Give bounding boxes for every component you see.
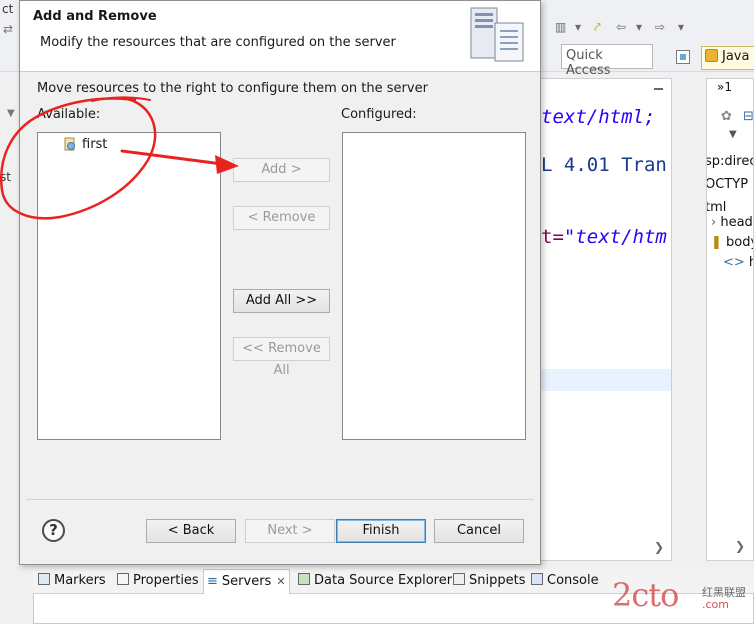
chevron-down-icon[interactable]: ▾	[636, 20, 642, 34]
close-icon[interactable]: ✕	[276, 575, 285, 588]
scroll-right-icon[interactable]: ❯	[654, 540, 664, 554]
forward-arrow-icon[interactable]: ⇨	[655, 20, 665, 34]
outline-node-label: body	[726, 235, 753, 250]
tab-label: Properties	[133, 573, 199, 588]
left-strip-text-mid: st	[0, 170, 11, 184]
java-perspective-icon	[705, 49, 718, 62]
dialog-description: Modify the resources that are configured…	[40, 35, 396, 50]
java-perspective-label: Java	[722, 49, 750, 64]
outline-node[interactable]: tml	[707, 200, 726, 215]
outline-node[interactable]: OCTYP	[707, 177, 748, 192]
outline-tool-icon[interactable]: ✿	[721, 109, 732, 124]
bookmark-nav-icon[interactable]: ⤤	[594, 20, 601, 35]
tab-snippets[interactable]: Snippets	[453, 569, 525, 594]
back-button[interactable]: < Back	[146, 519, 236, 543]
scroll-right-icon[interactable]: ❯	[735, 539, 745, 553]
code-line-doctype: L 4.01 Tran	[541, 154, 667, 176]
code-attr-value: "text/htm	[563, 226, 667, 248]
markers-icon	[38, 573, 50, 585]
open-perspective-icon[interactable]	[676, 50, 690, 64]
tab-label: Servers	[221, 574, 272, 589]
tab-servers[interactable]: ≡ Servers ✕	[203, 569, 290, 594]
tab-properties[interactable]: Properties	[117, 569, 199, 594]
toolbar-icon-a[interactable]: ▥	[555, 20, 566, 34]
dialog-header: Add and Remove Modify the resources that…	[20, 1, 540, 72]
link-icon[interactable]: ⇄	[3, 22, 13, 36]
tag-icon: ❚	[711, 235, 727, 250]
tab-data-source-explorer[interactable]: Data Source Explorer	[298, 569, 452, 594]
chevron-down-icon[interactable]: ▾	[678, 20, 684, 34]
outline-node[interactable]: <> h1	[723, 255, 753, 270]
next-button[interactable]: Next >	[245, 519, 335, 543]
chevron-down-icon[interactable]: ▾	[575, 20, 581, 34]
chevron-down-icon[interactable]: ▼	[729, 129, 737, 140]
available-label: Available:	[37, 107, 101, 122]
outline-node-label: h1	[749, 255, 753, 270]
tab-label: Snippets	[469, 573, 526, 588]
tab-markers[interactable]: Markers	[38, 569, 106, 594]
servers-icon: ≡	[207, 574, 218, 589]
server-banner-icon	[470, 7, 524, 62]
java-perspective-button[interactable]: Java	[701, 46, 754, 70]
console-icon	[531, 573, 543, 585]
available-list[interactable]: first	[37, 132, 221, 440]
current-line-highlight	[541, 369, 671, 391]
configured-list[interactable]	[342, 132, 526, 440]
list-item[interactable]: first	[64, 137, 107, 152]
watermark-logo: 2cto 红黑联盟 .com	[612, 576, 754, 616]
snippets-icon	[453, 573, 465, 585]
footer-divider	[26, 499, 534, 500]
web-module-icon	[64, 137, 76, 151]
watermark-main: 2cto	[612, 576, 679, 614]
back-arrow-icon[interactable]: ⇦	[616, 20, 626, 34]
left-strip-text-top: ct	[2, 2, 14, 16]
quick-access-input[interactable]: Quick Access	[561, 44, 653, 78]
configured-label: Configured:	[341, 107, 417, 122]
dialog-title: Add and Remove	[33, 9, 157, 24]
element-icon: <>	[723, 255, 749, 270]
tab-console[interactable]: Console	[531, 569, 599, 594]
outline-overflow-label[interactable]: »1	[717, 80, 732, 94]
tab-label: Console	[547, 573, 599, 588]
code-attr-fragment: t=	[541, 226, 564, 248]
code-editor[interactable]: text/html; L 4.01 Tran t="text/htm	[540, 78, 672, 561]
outline-node-label: head	[720, 215, 753, 230]
remove-button[interactable]: < Remove	[233, 206, 330, 230]
code-line-meta: t="text/htm	[541, 226, 667, 248]
tab-label: Data Source Explorer	[314, 573, 453, 588]
properties-icon	[117, 573, 129, 585]
code-line-content-type: text/html;	[541, 106, 656, 128]
help-icon[interactable]: ?	[42, 519, 65, 542]
watermark-domain: .com	[702, 598, 729, 611]
outline-view: »1 ✿ ⊟ ▼ sp:direc OCTYP tml › head ❚ bod…	[706, 78, 754, 561]
outline-node[interactable]: sp:direc	[707, 154, 753, 169]
add-button[interactable]: Add >	[233, 158, 330, 182]
chevron-down-icon[interactable]: ▼	[7, 108, 15, 119]
outline-node[interactable]: ❚ body	[711, 235, 753, 250]
tab-label: Markers	[54, 573, 106, 588]
data-source-icon	[298, 573, 310, 585]
chevron-right-icon: ›	[711, 215, 721, 230]
dialog-instruction: Move resources to the right to configure…	[37, 81, 428, 96]
add-all-button[interactable]: Add All >>	[233, 289, 330, 313]
remove-all-button[interactable]: << Remove All	[233, 337, 330, 378]
add-remove-dialog: Add and Remove Modify the resources that…	[19, 0, 541, 565]
outline-collapse-icon[interactable]: ⊟	[743, 109, 753, 124]
finish-button[interactable]: Finish	[336, 519, 426, 543]
minimize-icon[interactable]	[652, 82, 666, 96]
cancel-button[interactable]: Cancel	[434, 519, 524, 543]
outline-node[interactable]: › head	[711, 215, 753, 230]
list-item-label: first	[82, 137, 108, 152]
